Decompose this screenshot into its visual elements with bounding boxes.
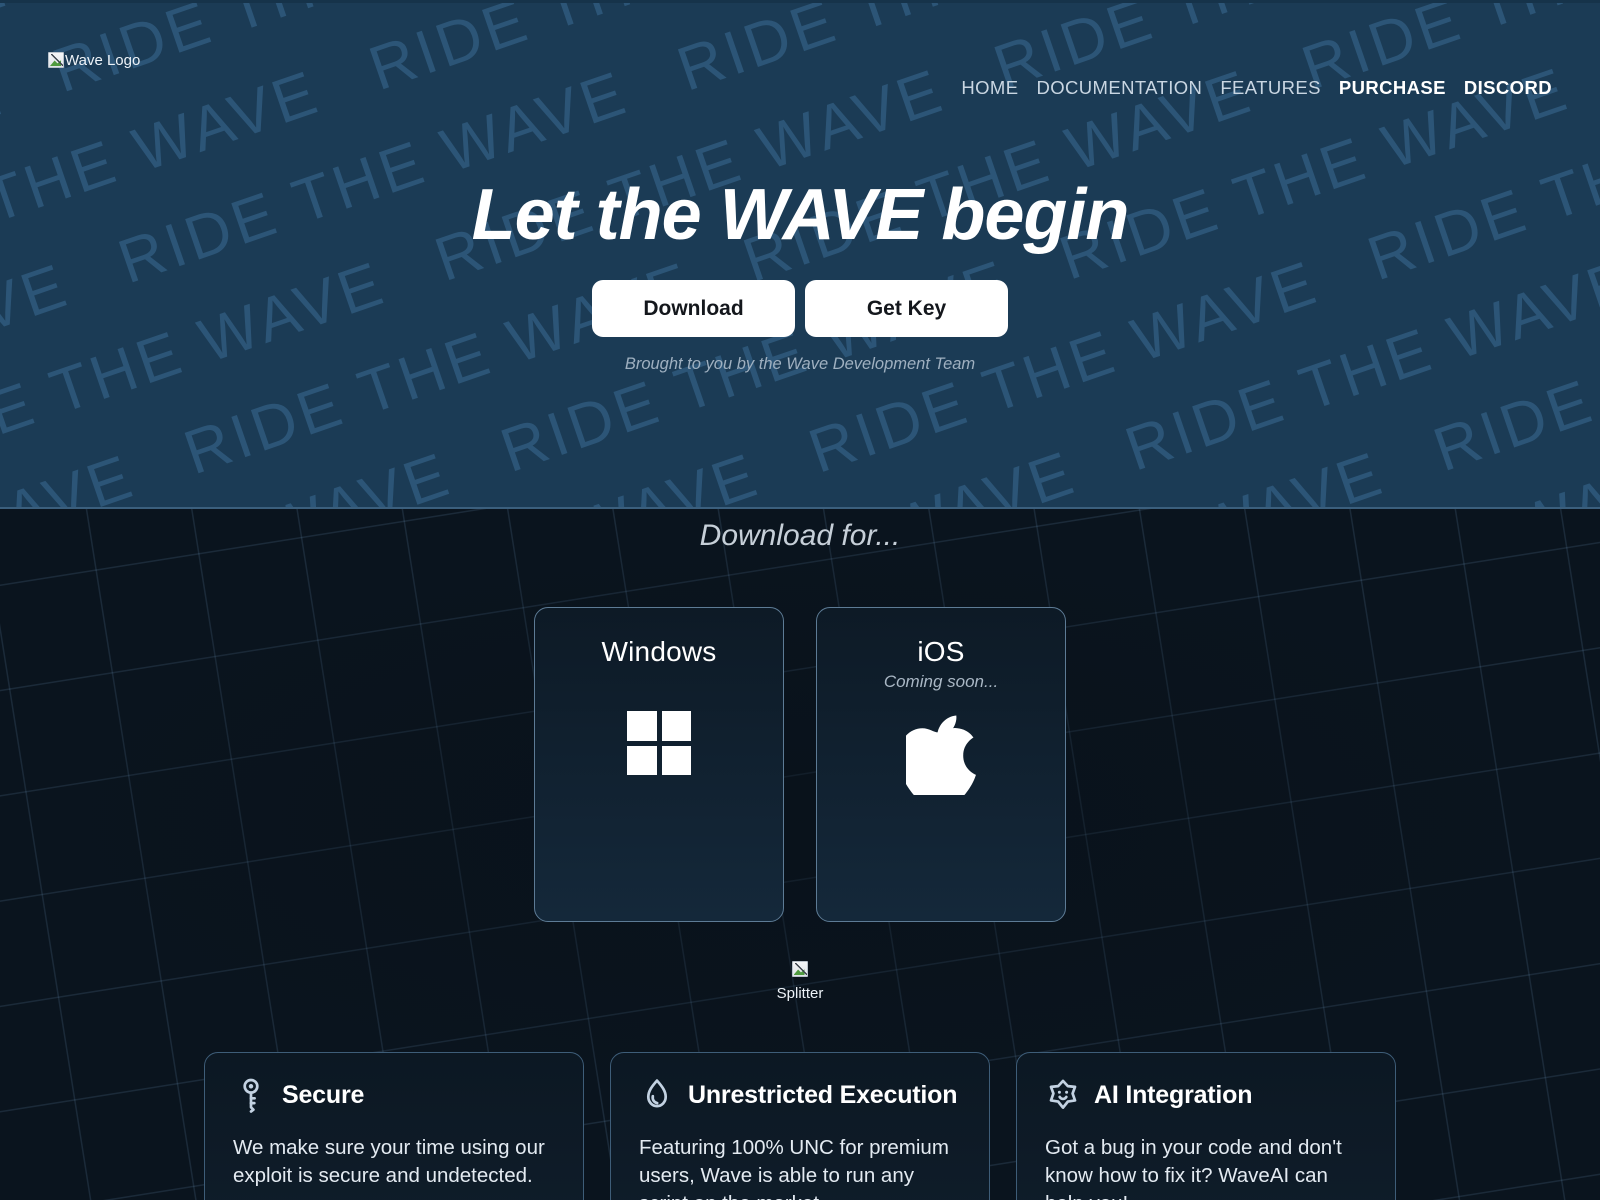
feature-description: Featuring 100% UNC for premium users, Wa…: [639, 1136, 949, 1200]
platform-card-ios[interactable]: iOS Coming soon...: [816, 607, 1066, 922]
splitter-image: Splitter: [0, 958, 1600, 1006]
splitter-alt-text: Splitter: [776, 985, 824, 1002]
water-drop-icon: [639, 1077, 675, 1113]
feature-card-list: Secure We make sure your time using our …: [0, 1052, 1600, 1200]
broken-image-icon: [48, 52, 64, 68]
platform-name: iOS: [917, 636, 965, 667]
platform-card-windows[interactable]: Windows: [534, 607, 784, 922]
key-icon: [233, 1077, 269, 1113]
platform-card-list: Windows iOS Coming soon...: [0, 607, 1600, 922]
main-content: Download for... Windows iOS Coming soon.…: [0, 509, 1600, 1200]
download-button[interactable]: Download: [592, 280, 795, 337]
nav-item-discord[interactable]: DISCORD: [1464, 77, 1552, 99]
nav-item-features[interactable]: FEATURES: [1220, 77, 1321, 99]
feature-card-unrestricted-execution: Unrestricted Execution Featuring 100% UN…: [610, 1052, 990, 1200]
download-heading: Download for...: [699, 519, 901, 552]
smiling-star-icon: [1045, 1077, 1081, 1113]
broken-image-icon: [791, 961, 808, 977]
feature-title: Unrestricted Execution: [688, 1080, 958, 1109]
platform-name: Windows: [601, 636, 717, 667]
main-navigation[interactable]: HOME DOCUMENTATION FEATURES PURCHASE DISCORD: [961, 77, 1552, 99]
page-title: Let the WAVE begin: [471, 175, 1130, 255]
platform-note: Coming soon...: [883, 672, 999, 691]
nav-item-home[interactable]: HOME: [961, 77, 1018, 99]
feature-description: Got a bug in your code and don't know ho…: [1045, 1136, 1342, 1200]
nav-item-purchase[interactable]: PURCHASE: [1339, 77, 1446, 99]
feature-title: AI Integration: [1094, 1080, 1253, 1109]
get-key-button[interactable]: Get Key: [805, 280, 1008, 337]
feature-card-ai-integration: AI Integration Got a bug in your code an…: [1016, 1052, 1396, 1200]
logo-alt-text: Wave Logo: [65, 52, 141, 69]
hero-cta-group: Download Get Key: [0, 280, 1600, 337]
feature-title: Secure: [282, 1080, 365, 1109]
site-logo[interactable]: Wave Logo: [48, 49, 198, 73]
nav-item-documentation[interactable]: DOCUMENTATION: [1036, 77, 1202, 99]
feature-description: We make sure your time using our exploit…: [233, 1136, 545, 1187]
apple-logo-icon: [817, 711, 1065, 795]
hero-section: RIDE THE WAVERIDE THE WAVERIDE THE WAVER…: [0, 0, 1600, 509]
hero-subtitle: Brought to you by the Wave Development T…: [624, 355, 976, 373]
windows-logo-icon: [535, 711, 783, 775]
feature-card-secure: Secure We make sure your time using our …: [204, 1052, 584, 1200]
